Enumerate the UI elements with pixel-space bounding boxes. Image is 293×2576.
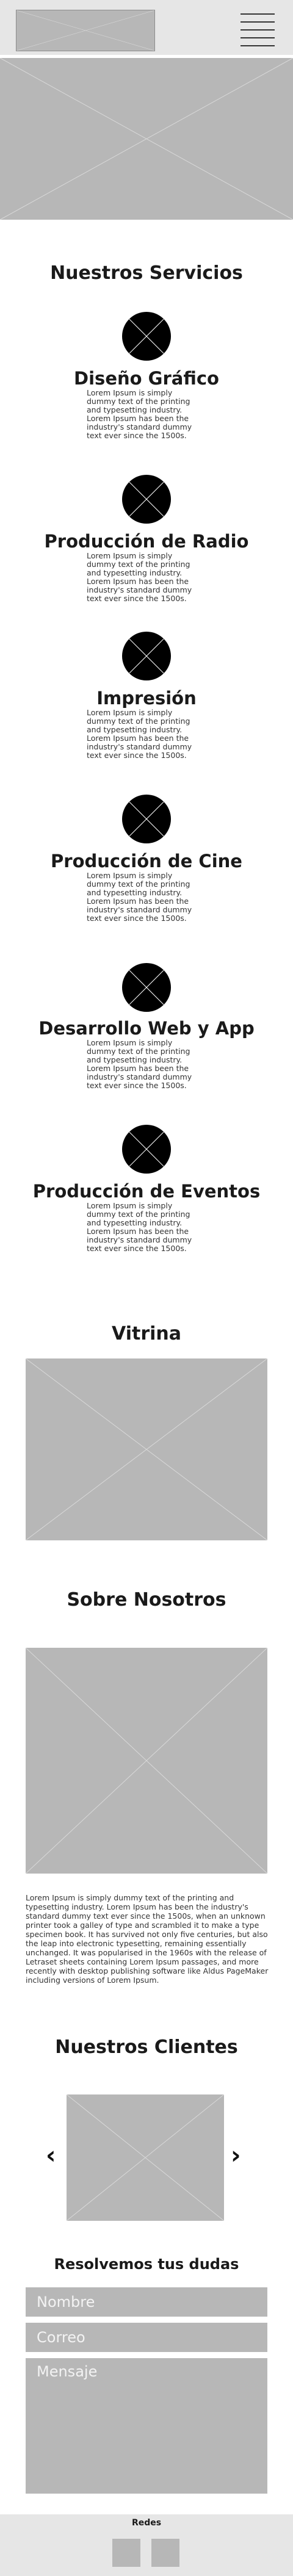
- service-icon: [122, 632, 171, 680]
- service-description: Lorem Ipsum is simply dummy text of the …: [87, 1038, 192, 1090]
- service-description: Lorem Ipsum is simply dummy text of the …: [87, 1201, 192, 1253]
- logo-placeholder[interactable]: [16, 10, 155, 51]
- footer-title: Redes: [131, 2518, 162, 2528]
- service-icon: [122, 475, 171, 524]
- service-description: Lorem Ipsum is simply dummy text of the …: [87, 708, 192, 760]
- service-icon: [122, 795, 171, 843]
- service-icon: [122, 1125, 171, 1174]
- contact-title: Resolvemos tus dudas: [54, 2256, 239, 2273]
- clients-title: Nuestros Clientes: [55, 2037, 238, 2058]
- services-title: Nuestros Servicios: [50, 262, 243, 284]
- service-title: Producción de Cine: [51, 851, 242, 871]
- name-field[interactable]: [26, 2287, 267, 2317]
- service-title: Producción de Radio: [44, 531, 249, 552]
- showcase-title: Vitrina: [112, 1323, 181, 1344]
- about-title: Sobre Nosotros: [67, 1589, 226, 1611]
- social-icon[interactable]: [151, 2539, 179, 2567]
- social-icon[interactable]: [112, 2539, 140, 2567]
- email-field[interactable]: [26, 2323, 267, 2352]
- client-logo-placeholder: [67, 2094, 224, 2221]
- service-description: Lorem Ipsum is simply dummy text of the …: [87, 388, 192, 440]
- service-description: Lorem Ipsum is simply dummy text of the …: [87, 871, 192, 923]
- service-title: Desarrollo Web y App: [38, 1018, 255, 1039]
- about-description: Lorem Ipsum is simply dummy text of the …: [26, 1893, 269, 1985]
- carousel-next-icon[interactable]: ›: [231, 2143, 241, 2168]
- service-title: Producción de Eventos: [32, 1181, 261, 1202]
- message-field[interactable]: [26, 2358, 267, 2494]
- service-icon: [122, 312, 171, 361]
- service-description: Lorem Ipsum is simply dummy text of the …: [87, 551, 192, 603]
- carousel-prev-icon[interactable]: ‹: [46, 2143, 56, 2168]
- showcase-image-placeholder[interactable]: [26, 1358, 267, 1540]
- footer: Redes: [0, 2514, 293, 2576]
- service-title: Impresión: [96, 688, 197, 709]
- header: [0, 0, 293, 55]
- hamburger-menu-icon[interactable]: [238, 11, 277, 49]
- service-title: Diseño Gráfico: [74, 368, 219, 389]
- service-icon: [122, 963, 171, 1012]
- about-image-placeholder: [26, 1648, 267, 1874]
- hero-image-placeholder: [0, 58, 293, 220]
